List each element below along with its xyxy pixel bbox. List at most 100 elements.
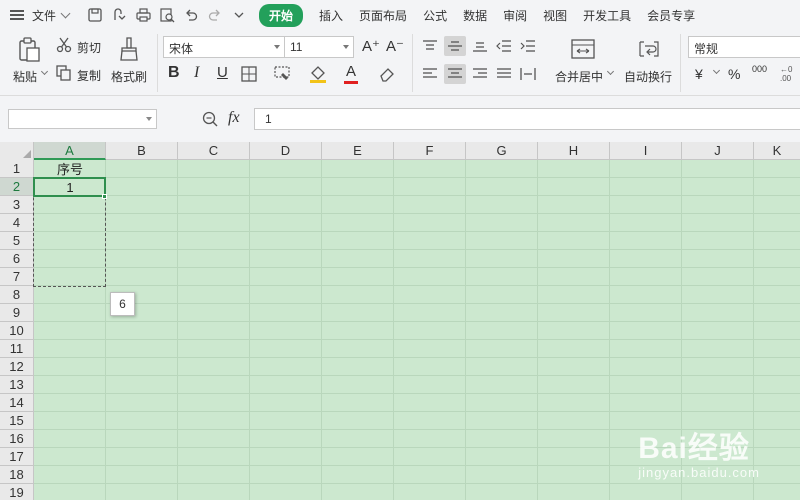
tab-member[interactable]: 会员专享 (647, 4, 695, 27)
hamburger-icon[interactable] (10, 9, 26, 21)
chevron-down-icon[interactable] (343, 45, 349, 49)
borders-icon[interactable] (241, 66, 257, 82)
row-header-4[interactable]: 4 (0, 214, 34, 232)
font-size-select[interactable]: 11 (284, 36, 354, 58)
row-header-16[interactable]: 16 (0, 430, 34, 448)
tab-review[interactable]: 审阅 (503, 4, 527, 27)
tab-home[interactable]: 开始 (259, 3, 304, 27)
chevron-down-icon[interactable] (146, 117, 152, 121)
column-header-d[interactable]: D (250, 142, 322, 160)
distribute-icon[interactable] (518, 65, 538, 83)
font-color-button[interactable]: A (346, 63, 356, 80)
column-header-f[interactable]: F (394, 142, 466, 160)
row-header-19[interactable]: 19 (0, 484, 34, 500)
column-header-i[interactable]: I (610, 142, 682, 160)
scissors-icon[interactable] (56, 37, 72, 53)
file-menu-label[interactable]: 文件 (32, 7, 56, 24)
paste-icon[interactable] (16, 36, 42, 64)
redo-icon[interactable] (207, 7, 223, 23)
underline-button[interactable]: U (217, 64, 228, 81)
undo-icon[interactable] (183, 7, 199, 23)
row-header-14[interactable]: 14 (0, 394, 34, 412)
tab-developer[interactable]: 开发工具 (583, 4, 631, 27)
align-left-icon[interactable] (420, 65, 440, 83)
row-header-5[interactable]: 5 (0, 232, 34, 250)
save-icon[interactable] (87, 7, 103, 23)
font-name-select[interactable]: 宋体 (163, 36, 285, 58)
row-header-18[interactable]: 18 (0, 466, 34, 484)
tab-data[interactable]: 数据 (463, 4, 487, 27)
row-header-13[interactable]: 13 (0, 376, 34, 394)
row-header-15[interactable]: 15 (0, 412, 34, 430)
chevron-down-icon[interactable] (274, 45, 280, 49)
zoom-icon[interactable] (202, 111, 218, 127)
font-grow-button[interactable]: A⁺ (362, 37, 380, 55)
formula-input[interactable]: 1 (254, 108, 800, 130)
select-all-icon[interactable] (23, 150, 31, 158)
align-center-icon[interactable] (444, 64, 466, 84)
tab-insert[interactable]: 插入 (319, 4, 343, 27)
format-painter-button[interactable]: 格式刷 (111, 68, 147, 85)
justify-icon[interactable] (494, 65, 514, 83)
number-format-select[interactable]: 常规 (688, 36, 800, 58)
eraser-icon[interactable] (379, 66, 395, 82)
cut-button[interactable]: 剪切 (77, 39, 101, 56)
copy-button[interactable]: 复制 (77, 67, 101, 84)
row-header-7[interactable]: 7 (0, 268, 34, 286)
active-cell[interactable] (33, 177, 106, 197)
paste-dropdown-icon[interactable] (40, 67, 49, 76)
chevron-down-icon[interactable] (712, 66, 721, 75)
chevron-down-icon[interactable] (606, 67, 615, 76)
decrease-indent-icon[interactable] (494, 37, 514, 55)
row-header-1[interactable]: 1 (0, 160, 34, 178)
row-header-9[interactable]: 9 (0, 304, 34, 322)
column-header-g[interactable]: G (466, 142, 538, 160)
print-preview-icon[interactable] (159, 7, 175, 23)
merge-center-button[interactable]: 合并居中 (555, 68, 603, 85)
row-header-3[interactable]: 3 (0, 196, 34, 214)
increase-decimal-icon[interactable]: ←0.00 (778, 63, 798, 83)
row-header-11[interactable]: 11 (0, 340, 34, 358)
bold-button[interactable]: B (168, 64, 180, 82)
auto-wrap-icon[interactable] (636, 38, 662, 60)
column-header-k[interactable]: K (754, 142, 800, 160)
insert-function-button[interactable]: fx (228, 109, 240, 127)
column-header-h[interactable]: H (538, 142, 610, 160)
row-header-10[interactable]: 10 (0, 322, 34, 340)
name-box[interactable] (8, 109, 157, 129)
copy-icon[interactable] (56, 65, 72, 81)
column-header-e[interactable]: E (322, 142, 394, 160)
row-header-17[interactable]: 17 (0, 448, 34, 466)
paste-button[interactable]: 粘贴 (13, 68, 37, 85)
file-menu[interactable]: 文件 (0, 7, 75, 24)
row-header-6[interactable]: 6 (0, 250, 34, 268)
italic-button[interactable]: I (194, 64, 199, 82)
fill-color-icon[interactable] (309, 65, 327, 83)
row-header-12[interactable]: 12 (0, 358, 34, 376)
row-header-8[interactable]: 8 (0, 286, 34, 304)
print-icon[interactable] (135, 7, 151, 23)
thousands-separator-button[interactable]: 000 (752, 64, 767, 74)
column-header-b[interactable]: B (106, 142, 178, 160)
customize-toolbar-icon[interactable] (231, 7, 247, 23)
spreadsheet-grid[interactable]: A B C D E F G H I J K 1 2 3 4 5 6 7 8 9 … (0, 142, 800, 500)
tab-page-layout[interactable]: 页面布局 (359, 4, 407, 27)
merge-center-icon[interactable] (570, 38, 596, 60)
font-shrink-button[interactable]: A⁻ (386, 37, 404, 55)
cell-a1[interactable]: 序号 (34, 161, 106, 178)
select-all-corner[interactable] (0, 142, 34, 160)
fill-style-icon[interactable] (274, 66, 290, 82)
align-middle-icon[interactable] (444, 36, 466, 56)
align-top-icon[interactable] (420, 37, 440, 55)
tab-formulas[interactable]: 公式 (423, 4, 447, 27)
column-header-a[interactable]: A (34, 142, 106, 160)
fill-handle[interactable] (102, 194, 107, 199)
tab-view[interactable]: 视图 (543, 4, 567, 27)
column-header-j[interactable]: J (682, 142, 754, 160)
column-header-c[interactable]: C (178, 142, 250, 160)
row-header-2[interactable]: 2 (0, 178, 34, 196)
align-bottom-icon[interactable] (470, 37, 490, 55)
percent-button[interactable]: % (728, 66, 740, 82)
auto-wrap-button[interactable]: 自动换行 (624, 68, 672, 85)
chevron-down-icon[interactable] (60, 8, 71, 19)
